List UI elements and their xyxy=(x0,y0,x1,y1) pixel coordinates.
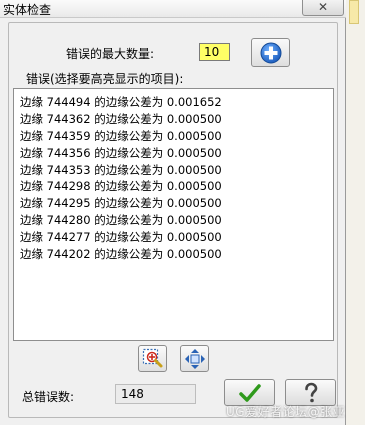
list-item[interactable]: 边缘 744280 的边缘公差为 0.000500 xyxy=(20,212,333,229)
max-errors-input[interactable]: 10 xyxy=(199,43,230,61)
list-item[interactable]: 边缘 744202 的边缘公差为 0.000500 xyxy=(20,246,333,263)
help-button[interactable] xyxy=(285,379,336,406)
window-title: 实体检查 xyxy=(3,3,52,17)
fit-arrows-icon xyxy=(185,349,205,369)
list-item[interactable]: 边缘 744359 的边缘公差为 0.000500 xyxy=(20,128,333,145)
list-item[interactable]: 边缘 744298 的边缘公差为 0.000500 xyxy=(20,178,333,195)
checkmark-icon xyxy=(239,384,261,402)
errors-list[interactable]: 边缘 744494 的边缘公差为 0.001652 边缘 744362 的边缘公… xyxy=(13,88,334,341)
close-icon: ✕ xyxy=(317,0,329,14)
fit-view-button[interactable] xyxy=(180,345,209,372)
total-errors-label: 总错误数: xyxy=(22,390,75,404)
list-item[interactable]: 边缘 744295 的边缘公差为 0.000500 xyxy=(20,195,333,212)
list-item[interactable]: 边缘 744277 的边缘公差为 0.000500 xyxy=(20,229,333,246)
ok-button[interactable] xyxy=(224,379,275,406)
close-button[interactable]: ✕ xyxy=(302,0,344,16)
zoom-to-selection-button[interactable] xyxy=(138,345,167,372)
increase-max-button[interactable] xyxy=(251,38,290,67)
list-item[interactable]: 边缘 744494 的边缘公差为 0.001652 xyxy=(20,94,333,111)
plus-circle-icon xyxy=(260,42,282,64)
background-app-stripe xyxy=(349,0,359,24)
list-item[interactable]: 边缘 744356 的边缘公差为 0.000500 xyxy=(20,145,333,162)
list-item[interactable]: 边缘 744362 的边缘公差为 0.000500 xyxy=(20,111,333,128)
watermark: UG爱好者论坛@张亚 xyxy=(226,405,346,419)
entity-check-dialog: 实体检查 ✕ 错误的最大数量: 10 错误(选择要高亮显示的项目): 边缘 74… xyxy=(0,0,346,425)
max-errors-label: 错误的最大数量: xyxy=(66,47,155,61)
errors-list-label: 错误(选择要高亮显示的项目): xyxy=(26,72,184,86)
total-errors-value: 148 xyxy=(115,384,196,404)
zoom-highlight-icon xyxy=(142,348,163,368)
question-mark-icon xyxy=(305,382,318,403)
list-item[interactable]: 边缘 744353 的边缘公差为 0.000500 xyxy=(20,162,333,179)
title-bar: 实体检查 ✕ xyxy=(0,0,346,18)
